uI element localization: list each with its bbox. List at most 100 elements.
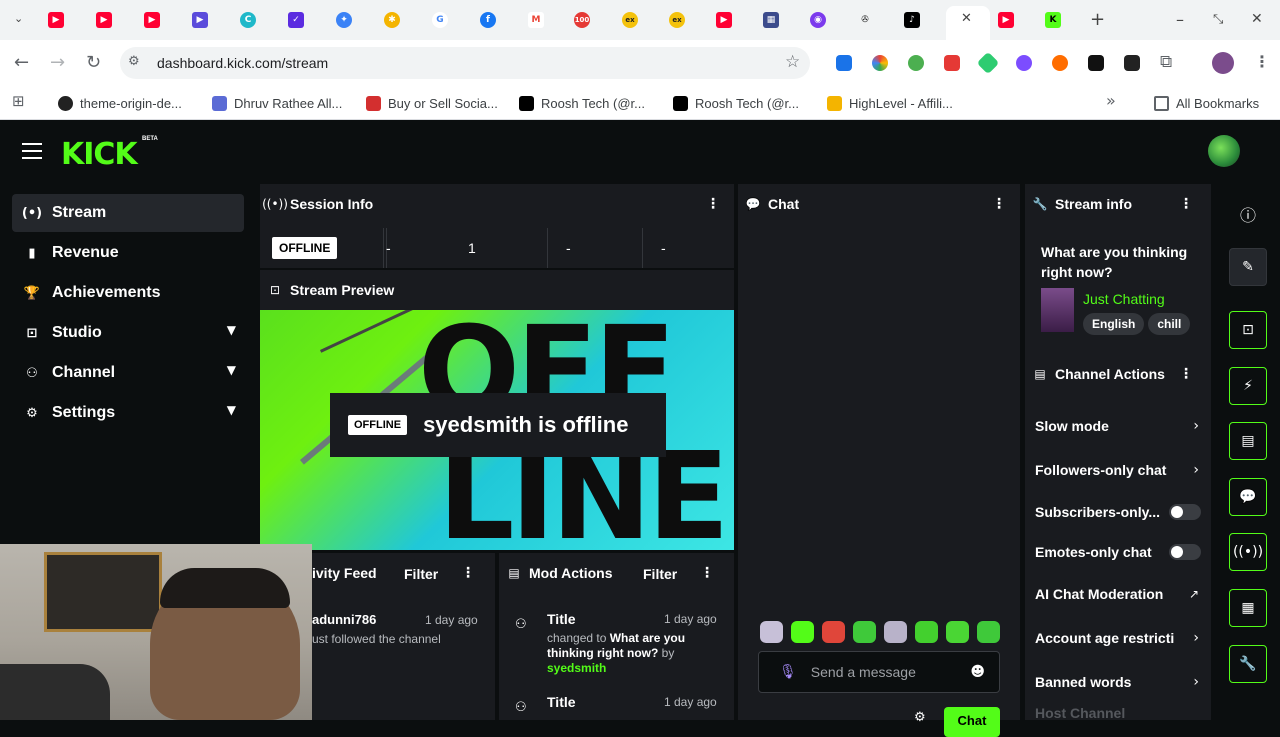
edit-pencil-button[interactable]: ✎ (1229, 248, 1267, 286)
sidebar-item-channel[interactable]: ⚇ Channel ▼ (12, 354, 244, 392)
chevron-down-icon[interactable]: ▼ (227, 363, 236, 377)
activity-user[interactable]: adunni786 (312, 612, 376, 627)
account-age-row[interactable]: Account age restricti › (1035, 625, 1207, 651)
category-thumbnail[interactable] (1041, 288, 1074, 332)
youtube-tab-icon[interactable]: ▶ (96, 12, 112, 28)
openai-tab-icon[interactable]: ✇ (857, 12, 873, 28)
subscribers-only-row[interactable]: Subscribers-only... (1035, 499, 1207, 525)
extensions-puzzle-icon[interactable]: ⧉ (1160, 52, 1172, 72)
broadcast-button[interactable]: ((•)) (1229, 533, 1267, 571)
emotes-only-row[interactable]: Emotes-only chat (1035, 539, 1207, 565)
more-options-icon[interactable]: ⋮ (700, 565, 714, 581)
profile-avatar[interactable] (1212, 52, 1234, 74)
info-icon[interactable]: ⓘ (1240, 202, 1256, 226)
document-button[interactable]: ▤ (1229, 422, 1267, 460)
back-icon[interactable]: ← (14, 52, 29, 73)
chat-send-button[interactable]: Chat (944, 707, 1000, 737)
new-tab-button[interactable]: + (1090, 9, 1105, 30)
extension-icon[interactable] (944, 55, 960, 71)
bookmark-star-icon[interactable]: ☆ (785, 52, 800, 72)
emote-icon[interactable] (760, 621, 783, 643)
ai-moderation-row[interactable]: AI Chat Moderation ↗ (1035, 581, 1207, 607)
ex-tab-icon[interactable]: ex (669, 12, 685, 28)
more-bookmarks-icon[interactable]: » (1106, 91, 1116, 110)
sidebar-item-stream[interactable]: (•) Stream (12, 194, 244, 232)
filter-button[interactable]: Filter (404, 566, 438, 582)
app-tab-icon[interactable]: ◉ (810, 12, 826, 28)
tab-search-icon[interactable]: ⌄ (14, 12, 23, 25)
app-tab-icon[interactable]: C (240, 12, 256, 28)
browser-menu-icon[interactable]: ⋮ (1254, 52, 1270, 71)
more-options-icon[interactable]: ⋮ (1179, 196, 1193, 212)
minimize-icon[interactable]: – (1176, 10, 1184, 29)
more-options-icon[interactable]: ⋮ (1179, 366, 1193, 382)
hamburger-menu-icon[interactable] (22, 143, 42, 159)
lightning-button[interactable]: ⚡ (1229, 367, 1267, 405)
chat-settings-icon[interactable]: ⚙ (914, 710, 926, 725)
video-tab-icon[interactable]: ▶ (192, 12, 208, 28)
site-info-icon[interactable]: ⚙ (128, 54, 140, 69)
bookmark-item[interactable]: Dhruv Rathee All... (212, 93, 342, 113)
sidebar-item-settings[interactable]: ⚙ Settings ▼ (12, 394, 244, 432)
emote-icon[interactable] (822, 621, 845, 643)
bookmark-item[interactable]: Roosh Tech (@r... (519, 93, 645, 113)
more-options-icon[interactable]: ⋮ (992, 196, 1006, 212)
wrench-button[interactable]: 🔧 (1229, 645, 1267, 683)
sidebar-item-revenue[interactable]: ▮ Revenue (12, 234, 244, 272)
shield-tab-icon[interactable]: ✓ (288, 12, 304, 28)
reload-icon[interactable]: ↻ (86, 52, 101, 73)
slow-mode-row[interactable]: Slow mode › (1035, 413, 1207, 439)
google-tab-icon[interactable]: G (432, 12, 448, 28)
extension-icon[interactable] (1052, 55, 1068, 71)
bookmark-item[interactable]: HighLevel - Affili... (827, 93, 953, 113)
all-bookmarks[interactable]: All Bookmarks (1154, 93, 1259, 113)
bookmark-item[interactable]: Buy or Sell Socia... (366, 93, 498, 113)
download-extension-icon[interactable] (836, 55, 852, 71)
youtube-tab-icon[interactable]: ▶ (144, 12, 160, 28)
counter-tab-icon[interactable]: 100 (574, 12, 590, 28)
emote-icon[interactable] (884, 621, 907, 643)
emote-icon[interactable] (946, 621, 969, 643)
chat-message-input[interactable]: 🎙 Send a message ☻ (758, 651, 1000, 693)
calendar-tab-icon[interactable]: ▦ (763, 12, 779, 28)
gemini-tab-icon[interactable]: ✦ (336, 12, 352, 28)
emote-icon[interactable] (915, 621, 938, 643)
more-options-icon[interactable]: ⋮ (706, 196, 720, 212)
close-tab-icon[interactable]: ✕ (961, 11, 972, 26)
apps-grid-icon[interactable]: ⊞ (12, 92, 25, 110)
chat-button[interactable]: 💬 (1229, 478, 1267, 516)
followers-only-row[interactable]: Followers-only chat › (1035, 457, 1207, 483)
restore-icon[interactable]: ⤡ (1213, 12, 1223, 27)
chevron-down-icon[interactable]: ▼ (227, 403, 236, 417)
tag[interactable]: English (1083, 313, 1145, 335)
color-extension-icon[interactable] (872, 55, 888, 71)
filter-button[interactable]: Filter (643, 566, 677, 582)
kick-logo[interactable]: KICK (61, 137, 138, 172)
category-link[interactable]: Just Chatting (1083, 291, 1165, 307)
url-text[interactable]: dashboard.kick.com/stream (157, 55, 328, 71)
preview-panel-button[interactable]: ⊡ (1229, 311, 1267, 349)
youtube-tab-icon[interactable]: ▶ (716, 12, 732, 28)
emote-icon[interactable] (977, 621, 1000, 643)
emote-icon[interactable] (791, 621, 814, 643)
extension-icon[interactable] (1124, 55, 1140, 71)
microphone-icon[interactable]: 🎙 (779, 664, 797, 680)
sidebar-item-achievements[interactable]: 🏆 Achievements (12, 274, 244, 312)
chevron-down-icon[interactable]: ▼ (227, 323, 236, 337)
tiktok-tab-icon[interactable]: ♪ (904, 12, 920, 28)
bookmark-item[interactable]: theme-origin-de... (58, 93, 182, 113)
facebook-tab-icon[interactable]: f (480, 12, 496, 28)
tag[interactable]: chill (1148, 313, 1191, 335)
bookmark-item[interactable]: Roosh Tech (@r... (673, 93, 799, 113)
slack-tab-icon[interactable]: ✱ (384, 12, 400, 28)
host-channel-row[interactable]: Host Channel (1035, 705, 1207, 719)
emotes-only-toggle[interactable] (1169, 544, 1201, 560)
user-avatar[interactable] (1208, 135, 1240, 167)
youtube-tab-icon[interactable]: ▶ (48, 12, 64, 28)
more-options-icon[interactable]: ⋮ (461, 565, 475, 581)
layout-button[interactable]: ▦ (1229, 589, 1267, 627)
extension-icon[interactable] (908, 55, 924, 71)
emoji-icon[interactable]: ☻ (970, 664, 985, 680)
kick-tab-icon[interactable]: K (1045, 12, 1061, 28)
extension-icon[interactable] (1016, 55, 1032, 71)
